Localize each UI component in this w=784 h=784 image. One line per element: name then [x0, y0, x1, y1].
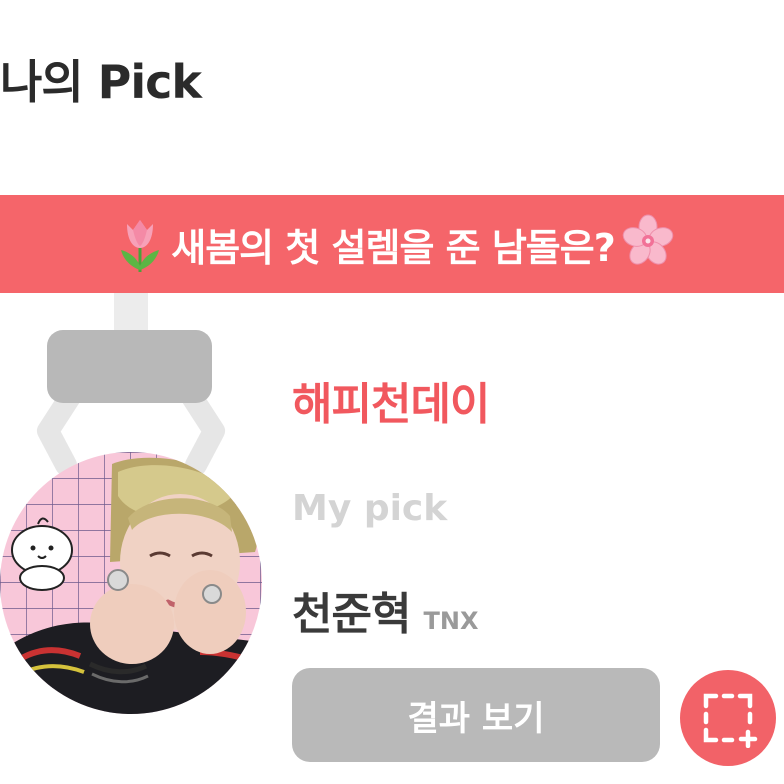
vote-title: 해피천데이: [292, 379, 490, 430]
my-pick-info: 천준혁 TNX: [292, 578, 479, 642]
cherry-blossom-icon: [621, 214, 674, 274]
pick-name: 천준혁: [292, 589, 411, 640]
event-banner[interactable]: 새봄의 첫 설렘을 준 남돌은?: [0, 195, 784, 293]
tulip-icon: [117, 214, 163, 274]
view-results-button[interactable]: 결과 보기: [292, 668, 660, 762]
screenshot-crop-icon: [703, 693, 758, 748]
capture-button[interactable]: [680, 670, 776, 766]
my-pick-label: My pick: [292, 488, 448, 529]
avatar: [0, 452, 262, 714]
page-title: 나의 Pick: [0, 55, 202, 109]
claw-rod: [114, 293, 148, 335]
pick-group: TNX: [423, 607, 479, 635]
claw-head: [47, 330, 212, 403]
banner-title: 새봄의 첫 설렘을 준 남돌은?: [171, 225, 616, 270]
